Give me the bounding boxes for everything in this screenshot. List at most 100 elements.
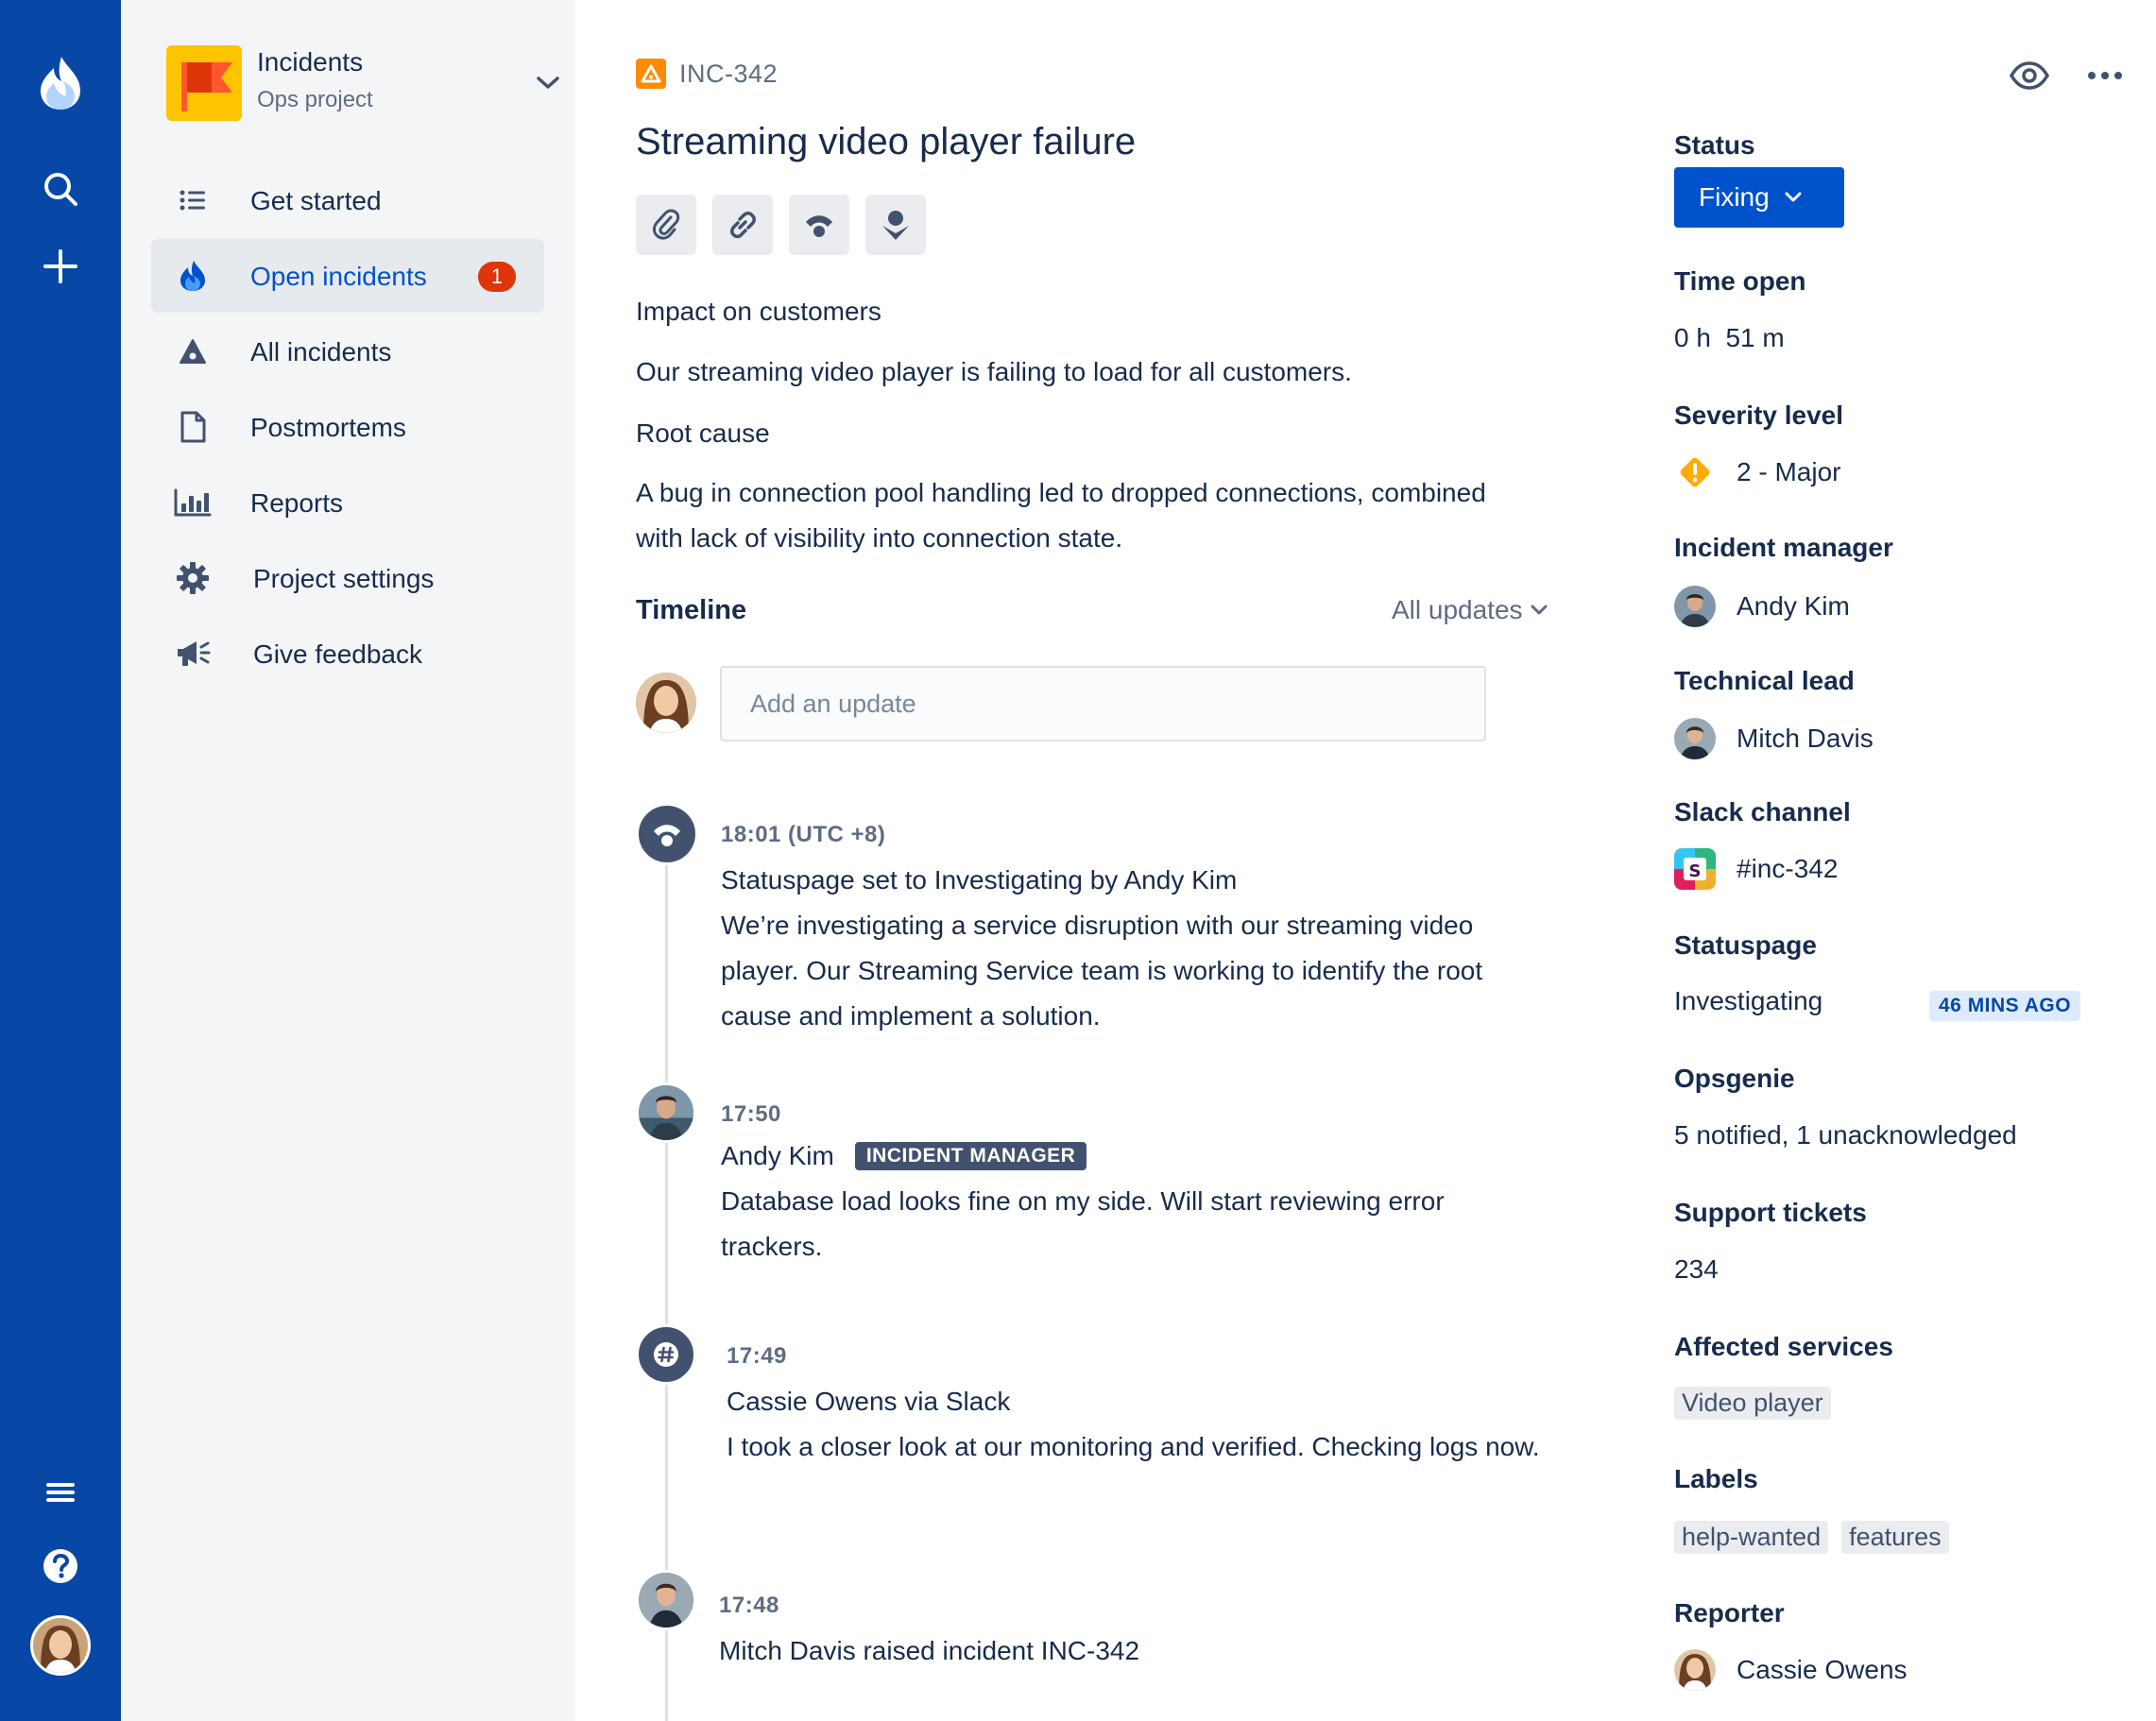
time-open-value: 0 h 51 m	[1674, 323, 1785, 352]
status-label: Status	[1674, 130, 1755, 160]
timeline-filter-label: All updates	[1392, 595, 1523, 624]
avatar	[1674, 586, 1716, 627]
event-title: Andy Kim INCIDENT MANAGER	[721, 1141, 1087, 1171]
opsgenie-icon[interactable]	[865, 195, 926, 255]
slack-logo-icon: S	[1674, 848, 1716, 890]
current-user-avatar	[636, 673, 696, 733]
statuspage-label: Statuspage	[1674, 930, 1817, 960]
plus-icon[interactable]	[30, 236, 91, 297]
project-name: Incidents	[257, 47, 364, 77]
project-sidebar: Incidents Ops project Get started Open i…	[121, 0, 575, 1721]
sidebar-item-give-feedback[interactable]: Give feedback	[151, 617, 544, 690]
statuspage-value[interactable]: Investigating	[1674, 986, 1822, 1016]
link-icon[interactable]	[712, 195, 773, 255]
technical-lead-value: Mitch Davis	[1737, 724, 1874, 753]
megaphone-icon	[174, 635, 212, 673]
sidebar-item-project-settings[interactable]: Project settings	[151, 541, 544, 615]
help-icon[interactable]	[30, 1536, 91, 1596]
sidebar-item-label: Project settings	[253, 564, 435, 593]
sidebar-item-label: Give feedback	[253, 639, 422, 669]
sidebar-item-get-started[interactable]: Get started	[151, 163, 544, 237]
event-body: We’re investigating a service disruption…	[721, 911, 1483, 1031]
affected-service-tag[interactable]: Video player	[1674, 1387, 1831, 1420]
status-value: Fixing	[1699, 182, 1770, 212]
severity-field[interactable]: 2 - Major	[1674, 452, 1840, 493]
chevron-down-icon	[1785, 192, 1802, 202]
add-update-input[interactable]	[720, 666, 1486, 741]
profile-avatar[interactable]	[30, 1615, 91, 1676]
attach-icon[interactable]	[636, 195, 696, 255]
more-options-icon[interactable]	[2075, 53, 2135, 98]
incident-manager-value: Andy Kim	[1737, 591, 1850, 621]
incident-key-link[interactable]: INC-342	[679, 60, 778, 89]
technical-lead-label: Technical lead	[1674, 666, 1855, 695]
gear-icon	[174, 559, 212, 597]
sidebar-item-postmortems[interactable]: Postmortems	[151, 390, 544, 464]
project-switcher[interactable]: Incidents Ops project	[166, 43, 559, 123]
sidebar-item-reports[interactable]: Reports	[151, 466, 544, 539]
event-time: 17:48	[719, 1593, 779, 1618]
avatar	[1674, 1649, 1716, 1691]
slack-channel-value: #inc-342	[1737, 854, 1839, 883]
statuspage-updated-badge: 46 MINS AGO	[1929, 991, 2081, 1021]
reporter-value: Cassie Owens	[1737, 1655, 1908, 1684]
status-dropdown-button[interactable]: Fixing	[1674, 167, 1844, 228]
event-body: Database load looks fine on my side. Wil…	[721, 1186, 1445, 1261]
event-time: 17:49	[727, 1343, 787, 1369]
incident-title[interactable]: Streaming video player failure	[636, 121, 1136, 163]
support-tickets-value[interactable]: 234	[1674, 1254, 1719, 1285]
sidebar-item-label: Postmortems	[250, 413, 406, 442]
incident-app-logo-icon[interactable]	[30, 53, 91, 113]
sidebar-item-open-incidents[interactable]: Open incidents 1	[151, 239, 544, 313]
role-badge: INCIDENT MANAGER	[854, 1142, 1087, 1170]
statuspage-icon[interactable]	[789, 195, 849, 255]
menu-icon[interactable]	[30, 1462, 91, 1523]
sidebar-item-label: Open incidents	[250, 262, 427, 291]
watch-eye-icon[interactable]	[1999, 53, 2060, 98]
event-title: Mitch Davis raised incident INC-342	[719, 1636, 1140, 1665]
impact-text[interactable]: Our streaming video player is failing to…	[636, 349, 1543, 395]
label-tag[interactable]: help-wanted	[1674, 1521, 1829, 1554]
incident-toolbar	[636, 195, 942, 255]
opsgenie-label: Opsgenie	[1674, 1064, 1795, 1093]
project-avatar	[166, 45, 242, 121]
severity-label: Severity level	[1674, 400, 1844, 430]
list-icon	[174, 181, 212, 219]
open-incidents-count-badge: 1	[478, 262, 516, 292]
opsgenie-value[interactable]: 5 notified, 1 unacknowledged	[1674, 1120, 2017, 1150]
reporter-field[interactable]: Cassie Owens	[1674, 1649, 1908, 1691]
bar-chart-icon	[174, 484, 212, 521]
timeline-filter-dropdown[interactable]: All updates	[1392, 595, 1548, 625]
warning-triangle-icon	[174, 332, 212, 370]
statuspage-icon	[636, 803, 698, 865]
svg-text:S: S	[1689, 861, 1702, 881]
event-title: Cassie Owens via Slack	[727, 1387, 1011, 1416]
flame-icon	[174, 257, 212, 295]
chevron-down-icon[interactable]	[529, 64, 567, 102]
affected-services-field: Video player	[1674, 1387, 1844, 1420]
event-title: Statuspage set to Investigating by Andy …	[721, 865, 1238, 895]
event-author: Andy Kim	[721, 1141, 834, 1170]
avatar	[1674, 718, 1716, 759]
slack-channel-field[interactable]: S #inc-342	[1674, 848, 1838, 890]
global-navigation	[0, 0, 121, 1721]
avatar	[636, 1082, 696, 1143]
impact-heading: Impact on customers	[636, 297, 881, 326]
incident-type-icon	[636, 59, 666, 89]
time-open-label: Time open	[1674, 266, 1806, 296]
sidebar-item-label: Get started	[250, 186, 382, 215]
incident-manager-field[interactable]: Andy Kim	[1674, 586, 1850, 627]
event-time: 17:50	[721, 1101, 781, 1127]
event-time: 18:01 (UTC +8)	[721, 822, 886, 847]
labels-label: Labels	[1674, 1464, 1758, 1493]
label-tag[interactable]: features	[1841, 1521, 1949, 1554]
technical-lead-field[interactable]: Mitch Davis	[1674, 718, 1874, 759]
sidebar-item-all-incidents[interactable]: All incidents	[151, 315, 544, 388]
search-icon[interactable]	[30, 159, 91, 219]
chevron-down-icon	[1531, 605, 1548, 615]
timeline-heading: Timeline	[636, 595, 747, 625]
root-cause-text[interactable]: A bug in connection pool handling led to…	[636, 470, 1486, 561]
slack-hash-icon	[636, 1324, 696, 1385]
document-icon	[174, 408, 212, 446]
support-tickets-label: Support tickets	[1674, 1198, 1867, 1227]
